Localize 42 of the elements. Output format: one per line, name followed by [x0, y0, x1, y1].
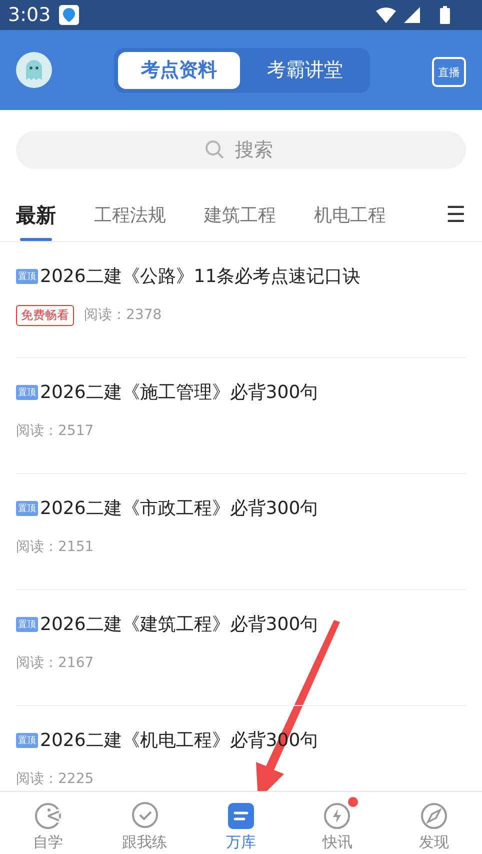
- nav-tab[interactable]: 发现: [386, 792, 482, 854]
- read-count: 阅读：2167: [16, 654, 94, 672]
- live-button[interactable]: 直播: [432, 57, 466, 87]
- search-icon: [205, 140, 225, 160]
- check-circle-icon: [130, 802, 159, 830]
- menu-button[interactable]: ☰: [446, 189, 466, 241]
- read-count: 阅读：2517: [16, 422, 94, 440]
- pinned-badge: 置顶: [16, 732, 38, 748]
- pacman-icon: [34, 802, 62, 830]
- category-tab[interactable]: 建筑工程: [204, 189, 276, 241]
- read-count: 阅读：2378: [84, 306, 162, 324]
- pinned-badge: 置顶: [16, 500, 38, 516]
- article-title[interactable]: 2026二建《建筑工程》必背300句: [40, 612, 318, 636]
- article-title[interactable]: 2026二建《市政工程》必背300句: [40, 496, 318, 520]
- status-time: 3:03: [8, 4, 51, 26]
- live-label: 直播: [438, 64, 460, 80]
- read-count: 阅读：2225: [16, 770, 94, 788]
- free-tag: 免费畅看: [16, 304, 74, 326]
- read-count: 阅读：2151: [16, 538, 94, 556]
- nav-tab[interactable]: 自学: [0, 792, 96, 854]
- pinned-badge: 置顶: [16, 384, 38, 400]
- nav-tab[interactable]: 跟我练: [96, 792, 193, 854]
- battery-icon: [440, 6, 450, 24]
- pinned-badge: 置顶: [16, 616, 38, 632]
- compass-icon: [420, 802, 448, 830]
- article-title[interactable]: 2026二建《公路》11条必考点速记口诀: [40, 264, 361, 288]
- wifi-icon: [376, 7, 396, 23]
- search-field[interactable]: 搜索: [16, 131, 466, 169]
- nav-tab[interactable]: 快讯: [289, 792, 386, 854]
- avatar-icon[interactable]: [16, 52, 52, 88]
- pinned-badge: 置顶: [16, 268, 38, 284]
- segment-tab[interactable]: 考点资料: [118, 52, 240, 88]
- document-icon: [227, 802, 256, 830]
- signal-icon: [404, 7, 420, 23]
- nav-tab[interactable]: 万库: [192, 792, 290, 854]
- lightning-icon: [323, 802, 352, 830]
- article-title[interactable]: 2026二建《施工管理》必背300句: [40, 380, 318, 404]
- category-tab[interactable]: 工程法规: [94, 189, 166, 241]
- app-notification-icon: [58, 5, 79, 25]
- category-tab[interactable]: 机电工程: [314, 189, 386, 241]
- segment-tab[interactable]: 考霸讲堂: [244, 52, 366, 88]
- category-tab[interactable]: 最新: [16, 189, 56, 241]
